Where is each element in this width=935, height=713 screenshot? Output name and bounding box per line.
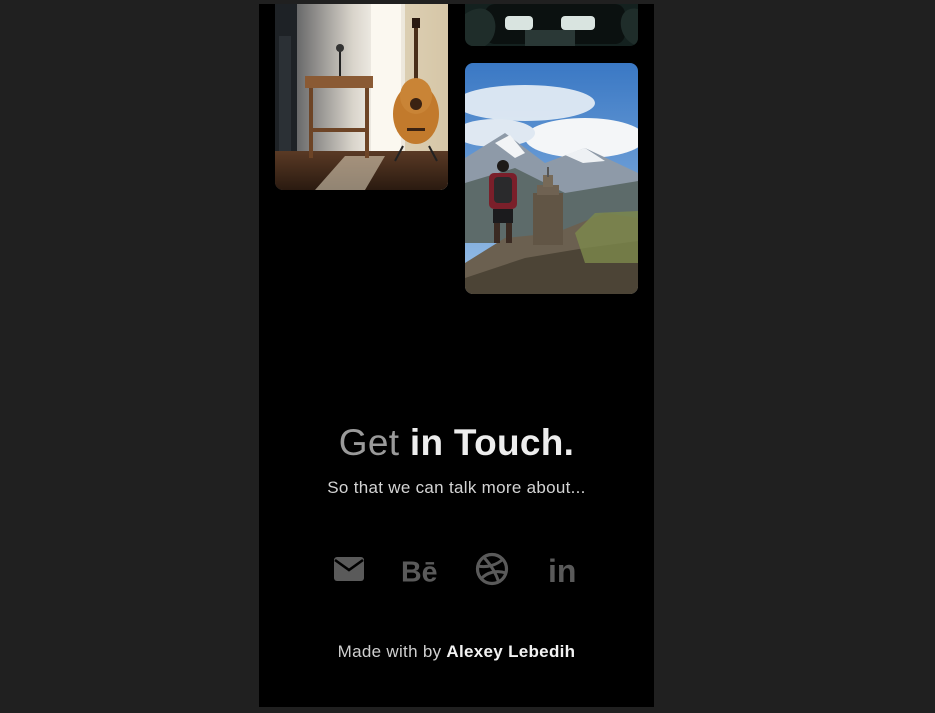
phone-photo[interactable]	[465, 4, 638, 46]
mail-icon	[334, 557, 364, 581]
guitar-room-image	[275, 4, 448, 190]
contact-subtitle: So that we can talk more about...	[327, 478, 586, 497]
footer-credit: Made with by Alexey Lebedih	[259, 642, 654, 662]
phone-image	[465, 4, 638, 46]
mobile-viewport: Get in Touch. So that we can talk more a…	[259, 4, 654, 707]
dribbble-icon	[475, 552, 509, 586]
footer-made-with: Made with by	[337, 642, 447, 661]
guitar-room-photo[interactable]	[275, 4, 448, 190]
mail-link[interactable]	[329, 549, 369, 589]
linkedin-link[interactable]: in	[544, 549, 584, 589]
behance-link[interactable]: Bē	[400, 549, 440, 589]
svg-text:Bē: Bē	[401, 556, 438, 584]
heading-light-text: Get	[338, 422, 410, 463]
svg-text:in: in	[548, 553, 576, 585]
dribbble-link[interactable]	[472, 549, 512, 589]
footer-author-link[interactable]: Alexey Lebedih	[446, 642, 575, 661]
contact-heading: Get in Touch.	[259, 421, 654, 465]
mountain-hiker-image	[465, 63, 638, 294]
heading-bold-text: in Touch.	[409, 422, 575, 463]
behance-icon: Bē	[401, 556, 438, 584]
linkedin-icon: in	[548, 553, 576, 585]
social-links: Bē in	[259, 549, 654, 589]
mountain-hiker-photo[interactable]	[465, 63, 638, 294]
